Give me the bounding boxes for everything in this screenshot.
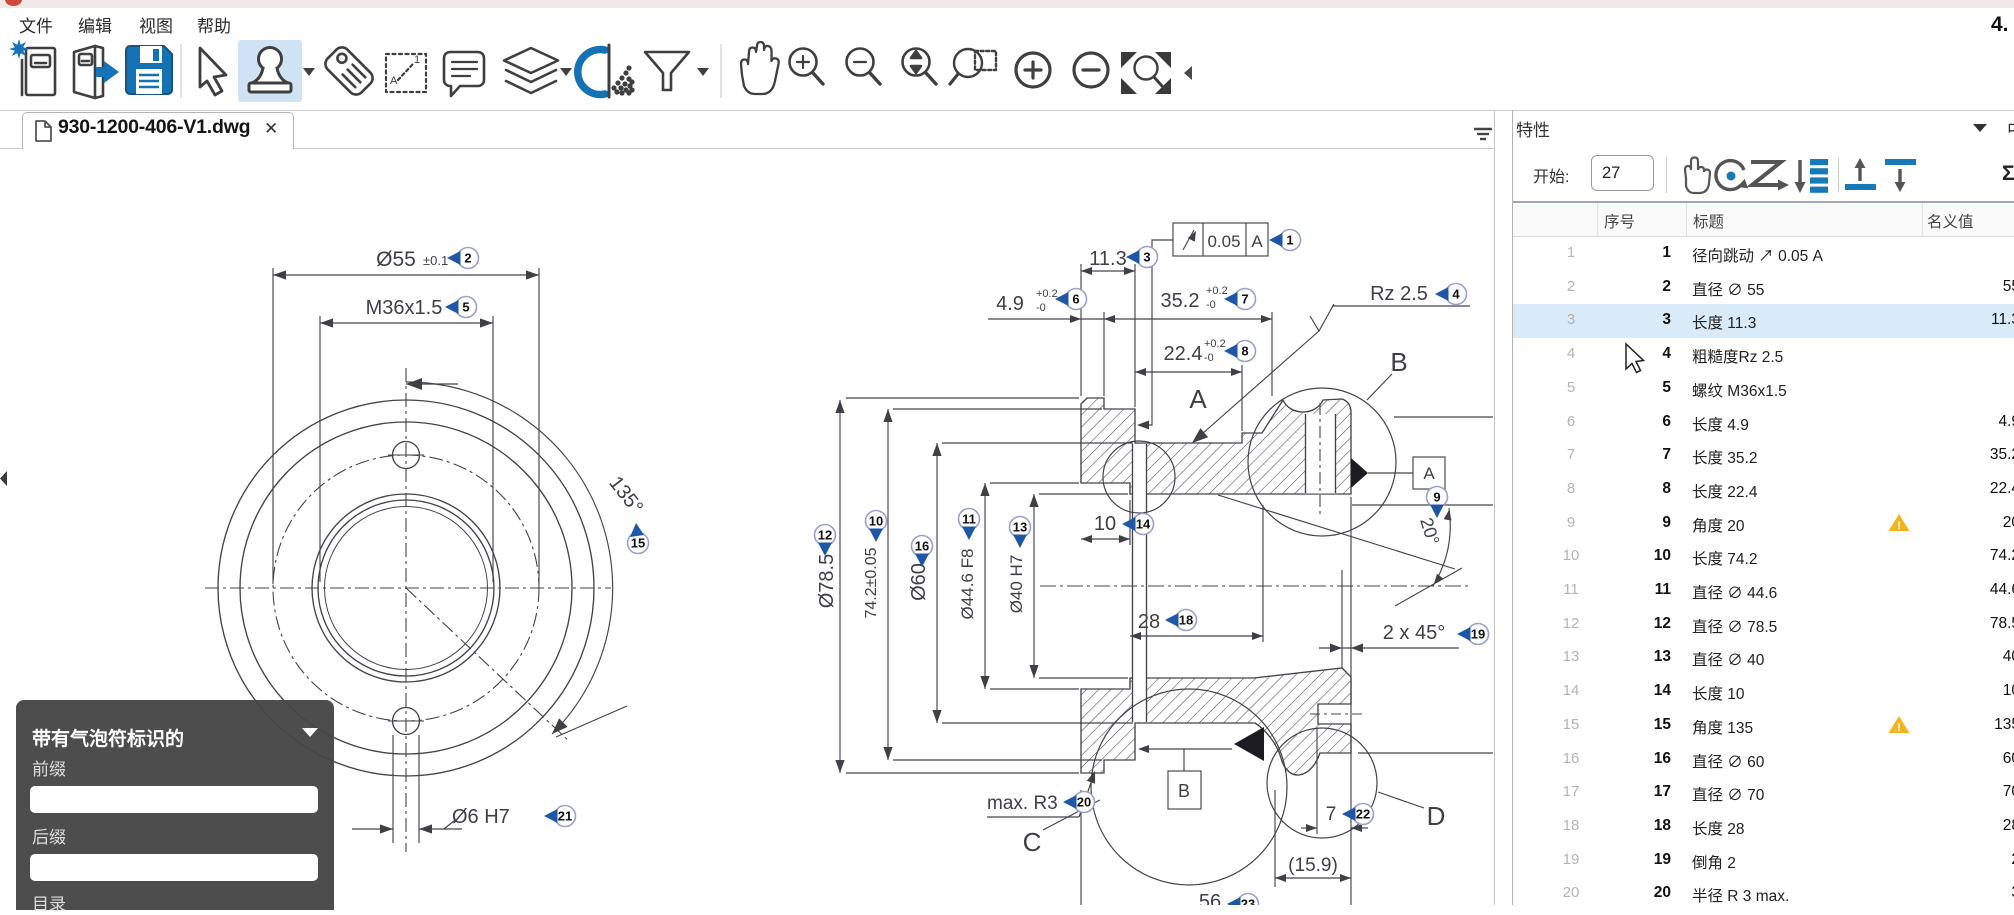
svg-text:1: 1 — [414, 54, 420, 66]
svg-text:6: 6 — [1072, 292, 1079, 307]
svg-text:7: 7 — [1241, 292, 1248, 307]
svg-text:Ø6 H7: Ø6 H7 — [452, 806, 510, 828]
svg-text:2 x 45°: 2 x 45° — [1383, 622, 1445, 644]
svg-text:M36x1.5: M36x1.5 — [366, 297, 443, 319]
svg-text:max. R3: max. R3 — [987, 793, 1058, 814]
svg-text:28: 28 — [1138, 611, 1160, 633]
svg-text:A: A — [1423, 464, 1435, 483]
svg-text:Ø60: Ø60 — [908, 563, 930, 601]
svg-text:3: 3 — [1143, 250, 1150, 265]
svg-text:15: 15 — [631, 536, 645, 551]
svg-text:B: B — [1178, 781, 1190, 801]
svg-text:Ø55: Ø55 — [376, 248, 416, 271]
svg-text:!: ! — [1897, 722, 1901, 734]
svg-text:2: 2 — [464, 251, 471, 266]
svg-text:21: 21 — [558, 809, 572, 824]
svg-text:+0.2: +0.2 — [1036, 288, 1058, 300]
svg-text:5: 5 — [462, 300, 469, 315]
svg-text:C: C — [1023, 827, 1042, 857]
svg-text:14: 14 — [1136, 517, 1151, 532]
svg-text:22.4: 22.4 — [1164, 343, 1203, 365]
svg-text:7: 7 — [1326, 804, 1337, 825]
svg-text:±0.1: ±0.1 — [423, 253, 448, 268]
svg-text:10: 10 — [1094, 513, 1116, 535]
svg-text:8: 8 — [1241, 344, 1248, 359]
svg-text:A: A — [1189, 384, 1207, 414]
svg-text:Ø44.6 F8: Ø44.6 F8 — [958, 549, 977, 620]
svg-text:20°: 20° — [1416, 515, 1443, 547]
svg-text:Ø40 H7: Ø40 H7 — [1007, 555, 1026, 614]
svg-text:10: 10 — [869, 514, 883, 529]
svg-text:11.3: 11.3 — [1089, 248, 1126, 270]
svg-text:0.05: 0.05 — [1207, 232, 1240, 251]
svg-text:18: 18 — [1179, 613, 1193, 628]
svg-text:+0.2: +0.2 — [1206, 285, 1228, 297]
svg-text:A: A — [390, 75, 398, 87]
svg-text:1: 1 — [1286, 233, 1293, 248]
svg-text:4: 4 — [1452, 287, 1460, 302]
svg-text:Ø78.5: Ø78.5 — [816, 554, 838, 608]
svg-text:!: ! — [1897, 520, 1901, 532]
svg-text:23: 23 — [1241, 897, 1255, 906]
svg-text:19: 19 — [1471, 627, 1485, 642]
svg-text:12: 12 — [818, 528, 832, 543]
svg-text:74.2±0.05: 74.2±0.05 — [863, 547, 880, 618]
svg-text:+0.2: +0.2 — [1204, 338, 1226, 350]
svg-text:22: 22 — [1356, 807, 1370, 822]
svg-text:4.9: 4.9 — [996, 293, 1024, 315]
svg-text:(15.9): (15.9) — [1288, 855, 1338, 876]
svg-text:135°: 135° — [604, 472, 647, 518]
svg-text:B: B — [1390, 347, 1407, 377]
svg-text:-0: -0 — [1036, 302, 1046, 314]
svg-text:Rz 2.5: Rz 2.5 — [1370, 283, 1428, 305]
svg-text:-0: -0 — [1206, 299, 1216, 311]
svg-text:16: 16 — [915, 539, 929, 554]
svg-text:D: D — [1427, 801, 1446, 831]
svg-text:20: 20 — [1077, 795, 1091, 810]
svg-text:9: 9 — [1433, 490, 1440, 505]
svg-text:A: A — [1251, 232, 1263, 251]
svg-text:-0: -0 — [1204, 352, 1214, 364]
svg-text:56: 56 — [1199, 891, 1221, 905]
svg-text:13: 13 — [1013, 520, 1027, 535]
svg-text:35.2: 35.2 — [1161, 290, 1200, 312]
svg-text:11: 11 — [962, 512, 976, 527]
